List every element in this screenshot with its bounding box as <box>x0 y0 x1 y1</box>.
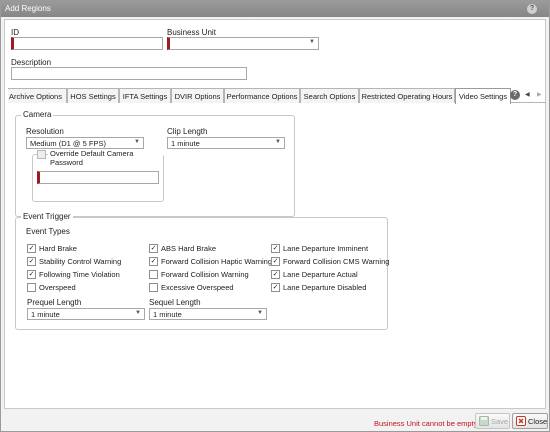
prequel-length-select[interactable]: 1 minute ▼ <box>27 308 145 320</box>
business-unit-select[interactable]: ▼ <box>167 37 319 50</box>
tab-video-settings[interactable]: Video Settings <box>455 88 511 104</box>
lane-departure-imminent-label: Lane Departure Imminent <box>283 244 369 253</box>
excessive-overspeed-label: Excessive Overspeed <box>161 283 234 292</box>
stability-control-warning-checkbox[interactable]: ✓ <box>27 257 36 266</box>
tab-scroll-right-icon[interactable]: ▶ <box>537 91 542 98</box>
lane-departure-disabled-checkbox[interactable]: ✓ <box>271 283 280 292</box>
camera-password-field[interactable] <box>37 171 159 184</box>
sequel-length-value: 1 minute <box>153 310 182 319</box>
tab-label: Search Options <box>303 92 356 101</box>
tab-label: Archive Options <box>9 92 62 101</box>
tab-dvir-options[interactable]: DVIR Options <box>171 88 224 103</box>
forward-collision-cms-warning-checkbox[interactable]: ✓ <box>271 257 280 266</box>
prequel-length-value: 1 minute <box>31 310 60 319</box>
event-trigger-legend: Event Trigger <box>21 212 73 221</box>
following-time-violation-label: Following Time Violation <box>39 270 120 279</box>
forward-collision-cms-warning-label: Forward Collision CMS Warning <box>283 257 390 266</box>
id-label: ID <box>11 28 19 37</box>
close-label: Close <box>528 417 548 426</box>
description-field[interactable] <box>11 67 247 80</box>
camera-group: Camera Resolution Medium (D1 @ 5 FPS) ▼ C… <box>15 110 295 217</box>
close-button[interactable]: Close <box>512 413 548 429</box>
overspeed-checkbox[interactable] <box>27 283 36 292</box>
lane-departure-imminent-checkbox[interactable]: ✓ <box>271 244 280 253</box>
hard-brake-label: Hard Brake <box>39 244 77 253</box>
tab-label: IFTA Settings <box>122 92 168 101</box>
tab-restricted-operating-hours[interactable]: Restricted Operating Hours <box>359 88 455 103</box>
tab-strip: Archive Options HOS Settings IFTA Settin… <box>8 88 546 104</box>
help-icon[interactable]: ? <box>527 4 537 14</box>
lane-departure-disabled-label: Lane Departure Disabled <box>283 283 367 292</box>
id-field[interactable] <box>11 37 163 50</box>
override-password-label: Override Default Camera Password <box>48 149 163 167</box>
following-time-violation-checkbox[interactable]: ✓ <box>27 270 36 279</box>
add-regions-window: Add Regions ? ID Business Unit ▼ Descrip… <box>0 0 550 432</box>
abs-hard-brake-checkbox[interactable]: ✓ <box>149 244 158 253</box>
chevron-down-icon: ▼ <box>257 310 263 316</box>
chevron-down-icon: ▼ <box>275 139 281 145</box>
tab-label: DVIR Options <box>174 92 221 101</box>
chevron-down-icon: ▼ <box>135 310 141 316</box>
event-trigger-group: Event Trigger Event Types ✓ Hard Brake ✓… <box>15 212 390 330</box>
window-title: Add Regions <box>5 4 51 13</box>
tab-ifta-settings[interactable]: IFTA Settings <box>119 88 171 103</box>
sequel-length-select[interactable]: 1 minute ▼ <box>149 308 267 320</box>
resolution-label: Resolution <box>26 127 64 136</box>
description-label: Description <box>11 58 52 67</box>
clip-length-select[interactable]: 1 minute ▼ <box>167 137 285 149</box>
close-icon <box>516 416 526 426</box>
tab-label: Performance Options <box>226 92 298 101</box>
chevron-down-icon: ▼ <box>309 39 315 45</box>
stability-control-warning-label: Stability Control Warning <box>39 257 122 266</box>
tab-label: Restricted Operating Hours <box>361 92 453 101</box>
override-password-checkbox[interactable] <box>37 150 46 159</box>
forward-collision-haptic-warning-checkbox[interactable]: ✓ <box>149 257 158 266</box>
tab-performance-options[interactable]: Performance Options <box>224 88 300 103</box>
forward-collision-warning-label: Forward Collision Warning <box>161 270 249 279</box>
tab-hos-settings[interactable]: HOS Settings <box>67 88 119 103</box>
abs-hard-brake-label: ABS Hard Brake <box>161 244 217 253</box>
tab-scroll-left-icon[interactable]: ◀ <box>525 91 530 98</box>
resolution-select[interactable]: Medium (D1 @ 5 FPS) ▼ <box>26 137 144 149</box>
forward-collision-warning-checkbox[interactable] <box>149 270 158 279</box>
save-button[interactable]: Save <box>475 413 510 429</box>
override-password-group: Override Default Camera Password <box>32 149 164 202</box>
form-panel: ID Business Unit ▼ Description Archive O… <box>4 19 546 409</box>
sequel-length-label: Sequel Length <box>149 298 201 307</box>
clip-length-value: 1 minute <box>171 139 200 148</box>
tab-label: Video Settings <box>458 92 508 101</box>
tab-search-options[interactable]: Search Options <box>300 88 359 103</box>
title-bar: Add Regions ? <box>1 1 549 17</box>
save-label: Save <box>491 417 509 426</box>
clip-length-label: Clip Length <box>167 127 208 136</box>
overspeed-label: Overspeed <box>39 283 76 292</box>
tab-archive-options[interactable]: Archive Options <box>8 88 67 103</box>
business-unit-label: Business Unit <box>167 28 216 37</box>
lane-departure-actual-label: Lane Departure Actual <box>283 270 358 279</box>
forward-collision-haptic-warning-label: Forward Collision Haptic Warning <box>161 257 273 266</box>
chevron-down-icon: ▼ <box>134 139 140 145</box>
tab-help-icon[interactable]: ? <box>510 90 520 100</box>
save-icon <box>479 416 489 426</box>
lane-departure-actual-checkbox[interactable]: ✓ <box>271 270 280 279</box>
hard-brake-checkbox[interactable]: ✓ <box>27 244 36 253</box>
status-message: Business Unit cannot be empty <box>374 419 478 428</box>
resolution-value: Medium (D1 @ 5 FPS) <box>30 139 106 148</box>
camera-legend: Camera <box>21 110 54 119</box>
event-types-label: Event Types <box>26 227 70 236</box>
prequel-length-label: Prequel Length <box>27 298 82 307</box>
excessive-overspeed-checkbox[interactable] <box>149 283 158 292</box>
tab-label: HOS Settings <box>70 92 116 101</box>
